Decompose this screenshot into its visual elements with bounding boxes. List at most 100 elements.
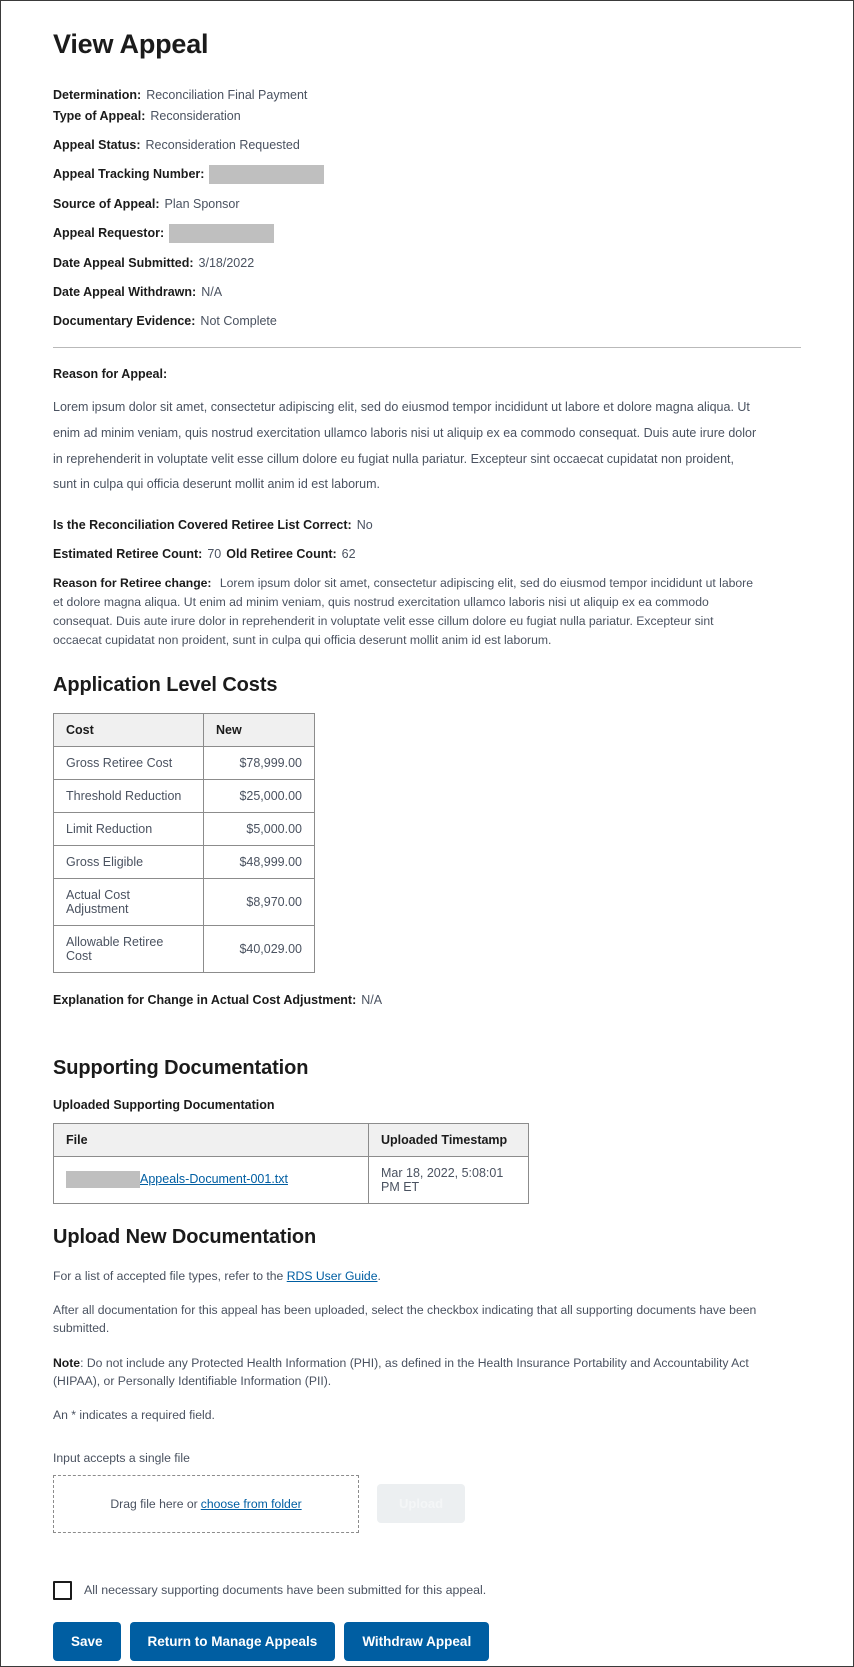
phi-note-text: Note: Do not include any Protected Healt… (53, 1354, 768, 1391)
return-to-manage-appeals-button[interactable]: Return to Manage Appeals (129, 1621, 336, 1661)
table-row: Actual Cost Adjustment $8,970.00 (53, 877, 315, 926)
appeal-details: Determination: Reconciliation Final Paym… (53, 86, 801, 330)
determination-value: Reconciliation Final Payment (146, 88, 308, 103)
docs-header-timestamp: Uploaded Timestamp (368, 1122, 529, 1157)
explanation-label: Explanation for Change in Actual Cost Ad… (53, 992, 357, 1007)
costs-header-new: New (203, 712, 315, 747)
cost-name: Actual Cost Adjustment (53, 877, 204, 926)
field-type-of-appeal: Type of Appeal: Reconsideration (53, 107, 801, 125)
reason-for-retiree-change: Reason for Retiree change: Lorem ipsum d… (53, 574, 763, 650)
cost-name: Gross Retiree Cost (53, 745, 204, 780)
accepted-file-types-suffix: . (377, 1268, 381, 1283)
retiree-list-correct-value: No (356, 517, 373, 532)
table-row: Limit Reduction $5,000.00 (53, 811, 315, 846)
note-body: : Do not include any Protected Health In… (53, 1355, 749, 1388)
table-row: Gross Retiree Cost $78,999.00 (53, 745, 315, 780)
upload-button[interactable]: Upload (377, 1484, 466, 1524)
save-button[interactable]: Save (53, 1621, 121, 1661)
choose-from-folder-link[interactable]: choose from folder (201, 1497, 302, 1511)
appeal-status-label: Appeal Status: (53, 137, 141, 152)
docs-table-head: File Uploaded Timestamp (53, 1122, 529, 1157)
estimated-retiree-count-value: 70 (207, 546, 222, 561)
reason-for-appeal-label: Reason for Appeal: (53, 367, 168, 382)
note-label: Note (53, 1355, 81, 1370)
dropzone-text: Drag file here or (110, 1496, 198, 1511)
appeal-status-value: Reconsideration Requested (145, 137, 300, 152)
table-row: Appeals-Document-001.txt Mar 18, 2022, 5… (53, 1155, 529, 1204)
uploaded-supporting-documentation-label: Uploaded Supporting Documentation (53, 1097, 275, 1112)
date-appeal-withdrawn-value: N/A (201, 285, 223, 300)
action-buttons: Save Return to Manage Appeals Withdraw A… (53, 1621, 801, 1661)
application-level-costs-title: Application Level Costs (53, 673, 278, 696)
reason-for-retiree-change-label: Reason for Retiree change: (53, 576, 212, 591)
section-divider (53, 347, 801, 349)
type-of-appeal-value: Reconsideration (150, 108, 241, 123)
application-level-costs-table: Cost New Gross Retiree Cost $78,999.00 T… (53, 712, 315, 973)
appeal-tracking-number-label: Appeal Tracking Number: (53, 167, 205, 182)
field-documentary-evidence: Documentary Evidence: Not Complete (53, 312, 801, 330)
document-link[interactable]: Appeals-Document-001.txt (140, 1172, 288, 1186)
old-retiree-count-value: 62 (341, 546, 356, 561)
determination-label: Determination: (53, 88, 142, 103)
date-appeal-withdrawn-label: Date Appeal Withdrawn: (53, 285, 197, 300)
input-accepts-single-file-hint: Input accepts a single file (53, 1450, 190, 1465)
source-of-appeal-label: Source of Appeal: (53, 196, 160, 211)
checkbox-instruction-text: After all documentation for this appeal … (53, 1303, 757, 1336)
appeal-requestor-label: Appeal Requestor: (53, 226, 165, 241)
document-file-cell: Appeals-Document-001.txt (53, 1155, 369, 1204)
retiree-list-correct-label: Is the Reconciliation Covered Retiree Li… (53, 517, 352, 532)
required-field-note: An * indicates a required field. (53, 1408, 215, 1423)
upload-controls-row: Drag file here or choose from folder Upl… (53, 1474, 801, 1533)
field-retiree-counts: Estimated Retiree Count: 70 Old Retiree … (53, 545, 801, 563)
all-documents-submitted-label: All necessary supporting documents have … (84, 1583, 487, 1598)
explanation-value: N/A (361, 992, 383, 1007)
accepted-file-types-prefix: For a list of accepted file types, refer… (53, 1268, 287, 1283)
docs-table-body: Appeals-Document-001.txt Mar 18, 2022, 5… (53, 1155, 529, 1204)
table-row: Allowable Retiree Cost $40,029.00 (53, 924, 315, 973)
field-source-of-appeal: Source of Appeal: Plan Sponsor (53, 195, 801, 213)
cost-value: $40,029.00 (203, 924, 315, 973)
rds-user-guide-link[interactable]: RDS User Guide (287, 1269, 378, 1283)
costs-table-body: Gross Retiree Cost $78,999.00 Threshold … (53, 745, 315, 973)
field-explanation-actual-cost-adjustment: Explanation for Change in Actual Cost Ad… (53, 991, 801, 1009)
table-row: Threshold Reduction $25,000.00 (53, 778, 315, 813)
cost-name: Threshold Reduction (53, 778, 204, 813)
cost-value: $5,000.00 (203, 811, 315, 846)
source-of-appeal-value: Plan Sponsor (164, 196, 240, 211)
appeal-tracking-number-redacted-value (209, 164, 325, 184)
page-title: View Appeal (53, 29, 209, 59)
documentary-evidence-label: Documentary Evidence: (53, 314, 196, 329)
all-documents-submitted-checkbox[interactable] (53, 1580, 72, 1600)
file-dropzone[interactable]: Drag file here or choose from folder (53, 1474, 359, 1533)
reason-for-appeal-text: Lorem ipsum dolor sit amet, consectetur … (53, 400, 757, 492)
date-appeal-submitted-value: 3/18/2022 (198, 255, 255, 270)
cost-name: Gross Eligible (53, 844, 204, 879)
cost-name: Allowable Retiree Cost (53, 924, 204, 973)
field-appeal-tracking-number: Appeal Tracking Number: (53, 164, 801, 184)
uploaded-documents-table: File Uploaded Timestamp Appeals-Document… (53, 1122, 529, 1204)
costs-header-cost: Cost (53, 712, 204, 747)
cost-value: $8,970.00 (203, 877, 315, 926)
withdraw-appeal-button[interactable]: Withdraw Appeal (344, 1621, 490, 1661)
view-appeal-page: View Appeal Determination: Reconciliatio… (0, 0, 854, 1667)
docs-header-file: File (53, 1122, 369, 1157)
costs-table-head: Cost New (53, 712, 315, 747)
confirmation-checkbox-row[interactable]: All necessary supporting documents have … (53, 1580, 801, 1600)
field-appeal-status: Appeal Status: Reconsideration Requested (53, 136, 801, 154)
cost-value: $48,999.00 (203, 844, 315, 879)
field-date-appeal-withdrawn: Date Appeal Withdrawn: N/A (53, 283, 801, 301)
costs-header-row: Cost New (53, 712, 315, 747)
upload-new-documentation-title: Upload New Documentation (53, 1225, 317, 1248)
old-retiree-count-label: Old Retiree Count: (226, 546, 337, 561)
table-row: Gross Eligible $48,999.00 (53, 844, 315, 879)
field-determination: Determination: Reconciliation Final Paym… (53, 86, 801, 104)
appeal-requestor-redacted-value (169, 223, 275, 243)
estimated-retiree-count-label: Estimated Retiree Count: (53, 546, 203, 561)
documentary-evidence-value: Not Complete (200, 314, 277, 329)
cost-value: $78,999.00 (203, 745, 315, 780)
type-of-appeal-label: Type of Appeal: (53, 108, 146, 123)
supporting-documentation-title: Supporting Documentation (53, 1056, 309, 1079)
docs-header-row: File Uploaded Timestamp (53, 1122, 529, 1157)
document-timestamp: Mar 18, 2022, 5:08:01 PM ET (368, 1155, 529, 1204)
field-date-appeal-submitted: Date Appeal Submitted: 3/18/2022 (53, 254, 801, 272)
